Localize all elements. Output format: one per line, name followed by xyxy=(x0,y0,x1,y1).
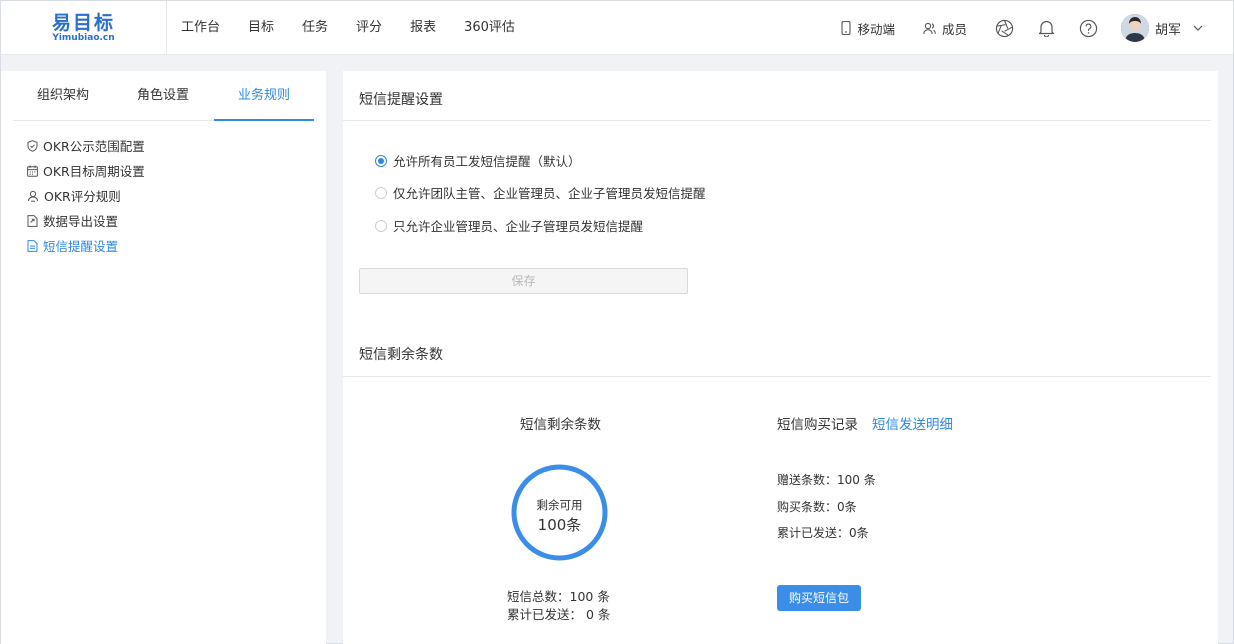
help-icon xyxy=(1080,19,1098,37)
users-icon xyxy=(28,190,38,202)
radio-button[interactable] xyxy=(375,186,387,199)
members-link[interactable]: 成员 xyxy=(923,19,967,38)
top-bar: 易目标 Yimubiao.cn 工作台 目标 任务 评分 报表 360评估 移动… xyxy=(1,1,1233,55)
radio-option-admins-only[interactable]: 只允许企业管理员、企业子管理员发短信提醒 xyxy=(375,216,643,235)
avatar xyxy=(1120,14,1149,42)
mobile-link[interactable]: 移动端 xyxy=(841,19,895,38)
ring-value: 100条 xyxy=(537,516,582,534)
tab-org-structure[interactable]: 组织架构 xyxy=(13,71,113,121)
bought-count: 购买条数：0条 xyxy=(777,500,857,514)
rules-menu: OKR公示范围配置 OKR目标周期设置 OKR评分规则 数据导出设置 短信提醒设… xyxy=(27,133,145,258)
send-details-link[interactable]: 短信发送明细 xyxy=(872,413,953,433)
logo-text: 易目标 xyxy=(51,12,115,34)
nav-goals[interactable]: 目标 xyxy=(234,1,288,55)
radio-label: 仅允许团队主管、企业管理员、企业子管理员发短信提醒 xyxy=(393,186,706,201)
calendar-icon xyxy=(27,165,38,177)
purchase-records-title: 短信购买记录 xyxy=(777,417,858,433)
bell-icon xyxy=(1039,20,1055,37)
logo[interactable]: 易目标 Yimubiao.cn xyxy=(1,1,167,55)
header-tools: 移动端 成员 胡军 xyxy=(841,1,1233,55)
chevron-down-icon xyxy=(1193,25,1203,31)
gift-count: 赠送条数：100 条 xyxy=(777,473,876,487)
aperture-icon xyxy=(996,19,1014,37)
radio-label: 只允许企业管理员、企业子管理员发短信提醒 xyxy=(393,219,644,234)
radio-button[interactable] xyxy=(375,219,387,232)
notification-button[interactable] xyxy=(1037,18,1057,38)
menu-item-label: 短信提醒设置 xyxy=(43,239,119,254)
menu-item-data-export[interactable]: 数据导出设置 xyxy=(27,208,145,233)
members-label: 成员 xyxy=(941,21,967,37)
radio-option-all-employees[interactable]: 允许所有员工发短信提醒（默认） xyxy=(375,151,581,170)
ring-label: 剩余可用 xyxy=(536,498,583,512)
mobile-icon xyxy=(841,21,852,35)
logo-subtext: Yimubiao.cn xyxy=(52,33,115,43)
document-icon xyxy=(27,239,38,252)
sms-settings-title: 短信提醒设置 xyxy=(359,92,443,108)
ring-text: 剩余可用 100条 xyxy=(511,464,608,561)
radio-button[interactable] xyxy=(375,154,387,167)
radio-label: 允许所有员工发短信提醒（默认） xyxy=(393,154,581,169)
nav-reports[interactable]: 报表 xyxy=(396,1,450,55)
settings-sidebar: 组织架构 角色设置 业务规则 OKR公示范围配置 OKR目标周期设置 OKR评分… xyxy=(1,71,326,644)
sms-settings-panel: 短信提醒设置 允许所有员工发短信提醒（默认） 仅允许团队主管、企业管理员、企业子… xyxy=(343,71,1218,644)
menu-item-okr-visibility[interactable]: OKR公示范围配置 xyxy=(27,133,145,158)
main-nav: 工作台 目标 任务 评分 报表 360评估 xyxy=(167,1,529,55)
divider xyxy=(343,120,1211,121)
tab-business-rules[interactable]: 业务规则 xyxy=(214,71,314,121)
mobile-label: 移动端 xyxy=(857,21,895,37)
help-button[interactable] xyxy=(1079,18,1099,38)
shield-icon xyxy=(27,139,38,152)
sent-total: 累计已发送：0条 xyxy=(777,526,869,540)
aperture-button[interactable] xyxy=(995,18,1015,38)
menu-item-okr-cycle[interactable]: OKR目标周期设置 xyxy=(27,158,145,183)
save-button[interactable]: 保存 xyxy=(359,268,688,294)
user-icon xyxy=(923,22,936,34)
menu-item-label: OKR评分规则 xyxy=(44,189,121,204)
user-name: 胡军 xyxy=(1154,22,1181,38)
user-menu[interactable]: 胡军 xyxy=(1120,14,1203,42)
nav-workbench[interactable]: 工作台 xyxy=(167,1,234,55)
divider xyxy=(343,376,1211,377)
menu-item-label: OKR公示范围配置 xyxy=(43,139,145,154)
remaining-stat-title: 短信剩余条数 xyxy=(520,417,601,433)
menu-item-sms-reminder[interactable]: 短信提醒设置 xyxy=(27,233,145,258)
nav-scoring[interactable]: 评分 xyxy=(342,1,396,55)
sms-remaining-title: 短信剩余条数 xyxy=(359,347,443,363)
remaining-ring: 剩余可用 100条 xyxy=(511,464,608,561)
sms-total: 短信总数：100 条 xyxy=(507,589,610,604)
buy-sms-package-button[interactable]: 购买短信包 xyxy=(777,585,861,611)
menu-item-label: 数据导出设置 xyxy=(43,214,119,229)
export-icon xyxy=(27,214,38,227)
tab-role-settings[interactable]: 角色设置 xyxy=(113,71,213,121)
settings-tabs: 组织架构 角色设置 业务规则 xyxy=(13,71,314,121)
nav-tasks[interactable]: 任务 xyxy=(288,1,342,55)
sms-sent: 累计已发送： 0 条 xyxy=(507,607,611,622)
radio-option-managers[interactable]: 仅允许团队主管、企业管理员、企业子管理员发短信提醒 xyxy=(375,183,706,202)
menu-item-okr-scoring[interactable]: OKR评分规则 xyxy=(27,183,145,208)
menu-item-label: OKR目标周期设置 xyxy=(43,164,145,179)
nav-360[interactable]: 360评估 xyxy=(450,1,529,55)
